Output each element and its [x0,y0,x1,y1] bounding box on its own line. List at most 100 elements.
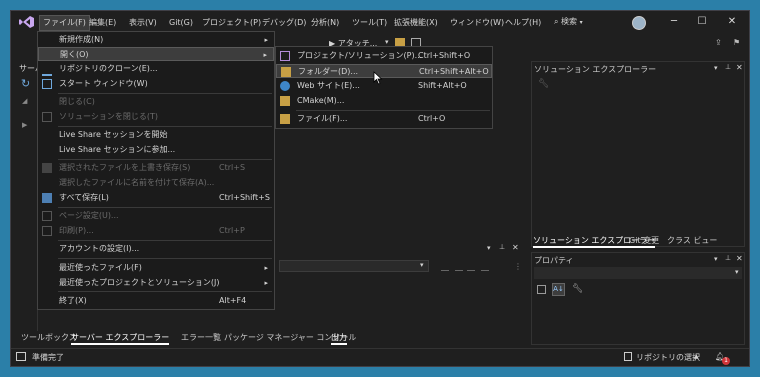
file-menu-new[interactable]: 新規作成(N) ▸ [38,33,274,47]
output-close-button[interactable]: ✕ [512,243,519,252]
find-icon[interactable] [441,262,449,271]
tab-output[interactable]: 出力 [331,332,347,345]
menu-git[interactable]: Git(G) [166,16,196,30]
panel-dropdown-button[interactable]: ▾ [487,244,491,252]
solution-explorer-close-button[interactable]: ✕ [736,63,743,72]
tab-server-explorer[interactable]: サーバー エクスプローラー [71,332,170,345]
file-menu-print: 印刷(P)... Ctrl+P [38,224,274,238]
file-menu-recent-files[interactable]: 最近使ったファイル(F) ▸ [38,261,274,275]
menu-label: すべて保存(L) [59,193,109,202]
menu-file[interactable]: ファイル(F) [39,15,90,31]
repository-icon[interactable] [624,352,632,361]
chevron-down-icon[interactable]: ▾ [385,38,389,46]
menu-separator [58,93,272,94]
menu-label: 終了(X) [59,296,87,305]
menu-separator [58,126,272,127]
file-menu-join-live-share[interactable]: Live Share セッションに参加... [38,143,274,157]
pin-icon[interactable]: ⊥ [725,254,731,262]
open-website[interactable]: Web サイト(E)... Shift+Alt+O [276,79,492,93]
panel-dropdown-button[interactable]: ▾ [714,64,718,72]
maximize-button[interactable]: ☐ [695,15,709,29]
output-status-icon[interactable] [16,352,26,361]
file-menu: 新規作成(N) ▸ 開く(O) ▸ リポジトリのクローン(E)... スタート … [37,31,275,310]
menu-shortcut: Alt+F4 [219,296,247,305]
open-project-solution[interactable]: プロジェクト/ソリューション(P)... Ctrl+Shift+O [276,49,492,63]
menu-label: 新規作成(N) [59,35,104,44]
visual-studio-logo-icon [19,16,34,28]
cmake-folder-icon [280,96,290,106]
wrench-icon[interactable]: 🔧︎ [538,79,549,89]
start-window-icon [42,79,52,89]
share-icon[interactable]: ⇪ [715,38,722,47]
menu-view[interactable]: 表示(V) [126,16,160,30]
categorized-icon[interactable] [537,285,546,294]
menu-shortcut: Ctrl+Shift+S [219,193,270,202]
properties-close-button[interactable]: ✕ [736,254,743,263]
next-icon[interactable] [467,262,475,271]
tab-error-list[interactable]: エラー一覧 [181,332,221,343]
account-avatar[interactable] [632,16,646,30]
menu-window[interactable]: ウィンドウ(W) [447,16,507,30]
chevron-down-icon: ▾ [735,268,739,276]
properties-object-select[interactable] [534,267,742,279]
status-ready: 準備完了 [32,353,64,362]
panel-dropdown-button[interactable]: ▾ [714,255,718,263]
left-tool-strip: サーバ ↻ ◢ ▶ [17,63,43,331]
close-solution-icon [42,112,52,122]
solution-explorer-panel: ソリューション エクスプローラー ▾ ⊥ ✕ 🔧︎ [531,61,745,247]
chevron-down-icon: ▾ [579,19,583,26]
clear-icon[interactable] [481,262,489,271]
refresh-icon[interactable]: ↻ [21,77,30,90]
open-folder[interactable]: フォルダー(D)... Ctrl+Shift+Alt+O [276,64,492,78]
submenu-arrow-icon: ▸ [263,51,267,59]
status-bar: 準備完了 リポジトリの選択 ▲ 🔔︎ 1 [11,348,749,366]
open-cmake[interactable]: CMake(M)... [276,94,492,108]
menu-label: 最近使ったファイル(F) [59,263,142,272]
collapse-icon[interactable]: ◢ [22,97,27,105]
menu-project[interactable]: プロジェクト(P) [199,16,264,30]
menu-separator [58,291,272,292]
tab-class-view[interactable]: クラス ビュー [667,235,717,246]
menu-label: 最近使ったプロジェクトとソリューション(J) [59,278,220,287]
project-solution-icon [280,51,290,61]
menu-edit[interactable]: 編集(E) [86,16,119,30]
globe-icon [280,81,290,91]
file-menu-start-window[interactable]: スタート ウィンドウ(W) [38,77,274,91]
minimize-button[interactable]: ─ [667,15,681,29]
menu-shortcut: Ctrl+O [418,114,446,123]
output-source-select[interactable] [279,260,429,272]
file-menu-exit[interactable]: 終了(X) Alt+F4 [38,294,274,308]
menu-label: ソリューションを閉じる(T) [59,112,158,121]
feedback-icon[interactable]: ⚑ [733,38,740,47]
menu-help[interactable]: ヘルプ(H) [502,16,544,30]
chevron-down-icon: ▾ [420,261,424,269]
file-menu-recent-projects[interactable]: 最近使ったプロジェクトとソリューション(J) ▸ [38,276,274,290]
folder-icon[interactable] [395,38,405,46]
expand-arrow-icon[interactable]: ▶ [22,121,27,129]
menu-extensions[interactable]: 拡張機能(X) [391,16,441,30]
more-icon[interactable]: ⋮ [514,262,522,271]
close-window-button[interactable]: ✕ [725,15,739,29]
file-menu-save-all[interactable]: すべて保存(L) Ctrl+Shift+S [38,191,274,205]
menu-analyze[interactable]: 分析(N) [308,16,342,30]
file-menu-account-settings[interactable]: アカウントの設定(I)... [38,242,274,256]
file-menu-open[interactable]: 開く(O) ▸ [38,47,274,61]
menu-label: スタート ウィンドウ(W) [59,79,148,88]
tab-git-changes[interactable]: Git 変更 [629,235,659,246]
file-menu-clone-repository[interactable]: リポジトリのクローン(E)... [38,62,274,76]
pin-icon[interactable]: ⊥ [725,63,731,71]
property-pages-icon[interactable]: 🔧︎ [572,284,583,294]
prev-icon[interactable] [455,262,463,271]
alphabetical-icon[interactable]: A↓ [552,283,565,296]
select-repository-button[interactable]: リポジトリの選択 [636,352,700,363]
menu-shortcut: Ctrl+Shift+Alt+O [419,67,489,76]
search-label: 検索 [561,17,578,26]
open-file[interactable]: ファイル(F)... Ctrl+O [276,112,492,126]
search-button[interactable]: ⌕ 検索 ▾ [554,16,583,27]
tab-toolbox[interactable]: ツールボックス [21,332,77,343]
menu-tools[interactable]: ツール(T) [349,16,390,30]
pin-icon[interactable]: ⊥ [499,243,505,251]
menu-debug[interactable]: デバッグ(D) [259,16,309,30]
open-file-icon [280,114,290,124]
file-menu-start-live-share[interactable]: Live Share セッションを開始 [38,128,274,142]
